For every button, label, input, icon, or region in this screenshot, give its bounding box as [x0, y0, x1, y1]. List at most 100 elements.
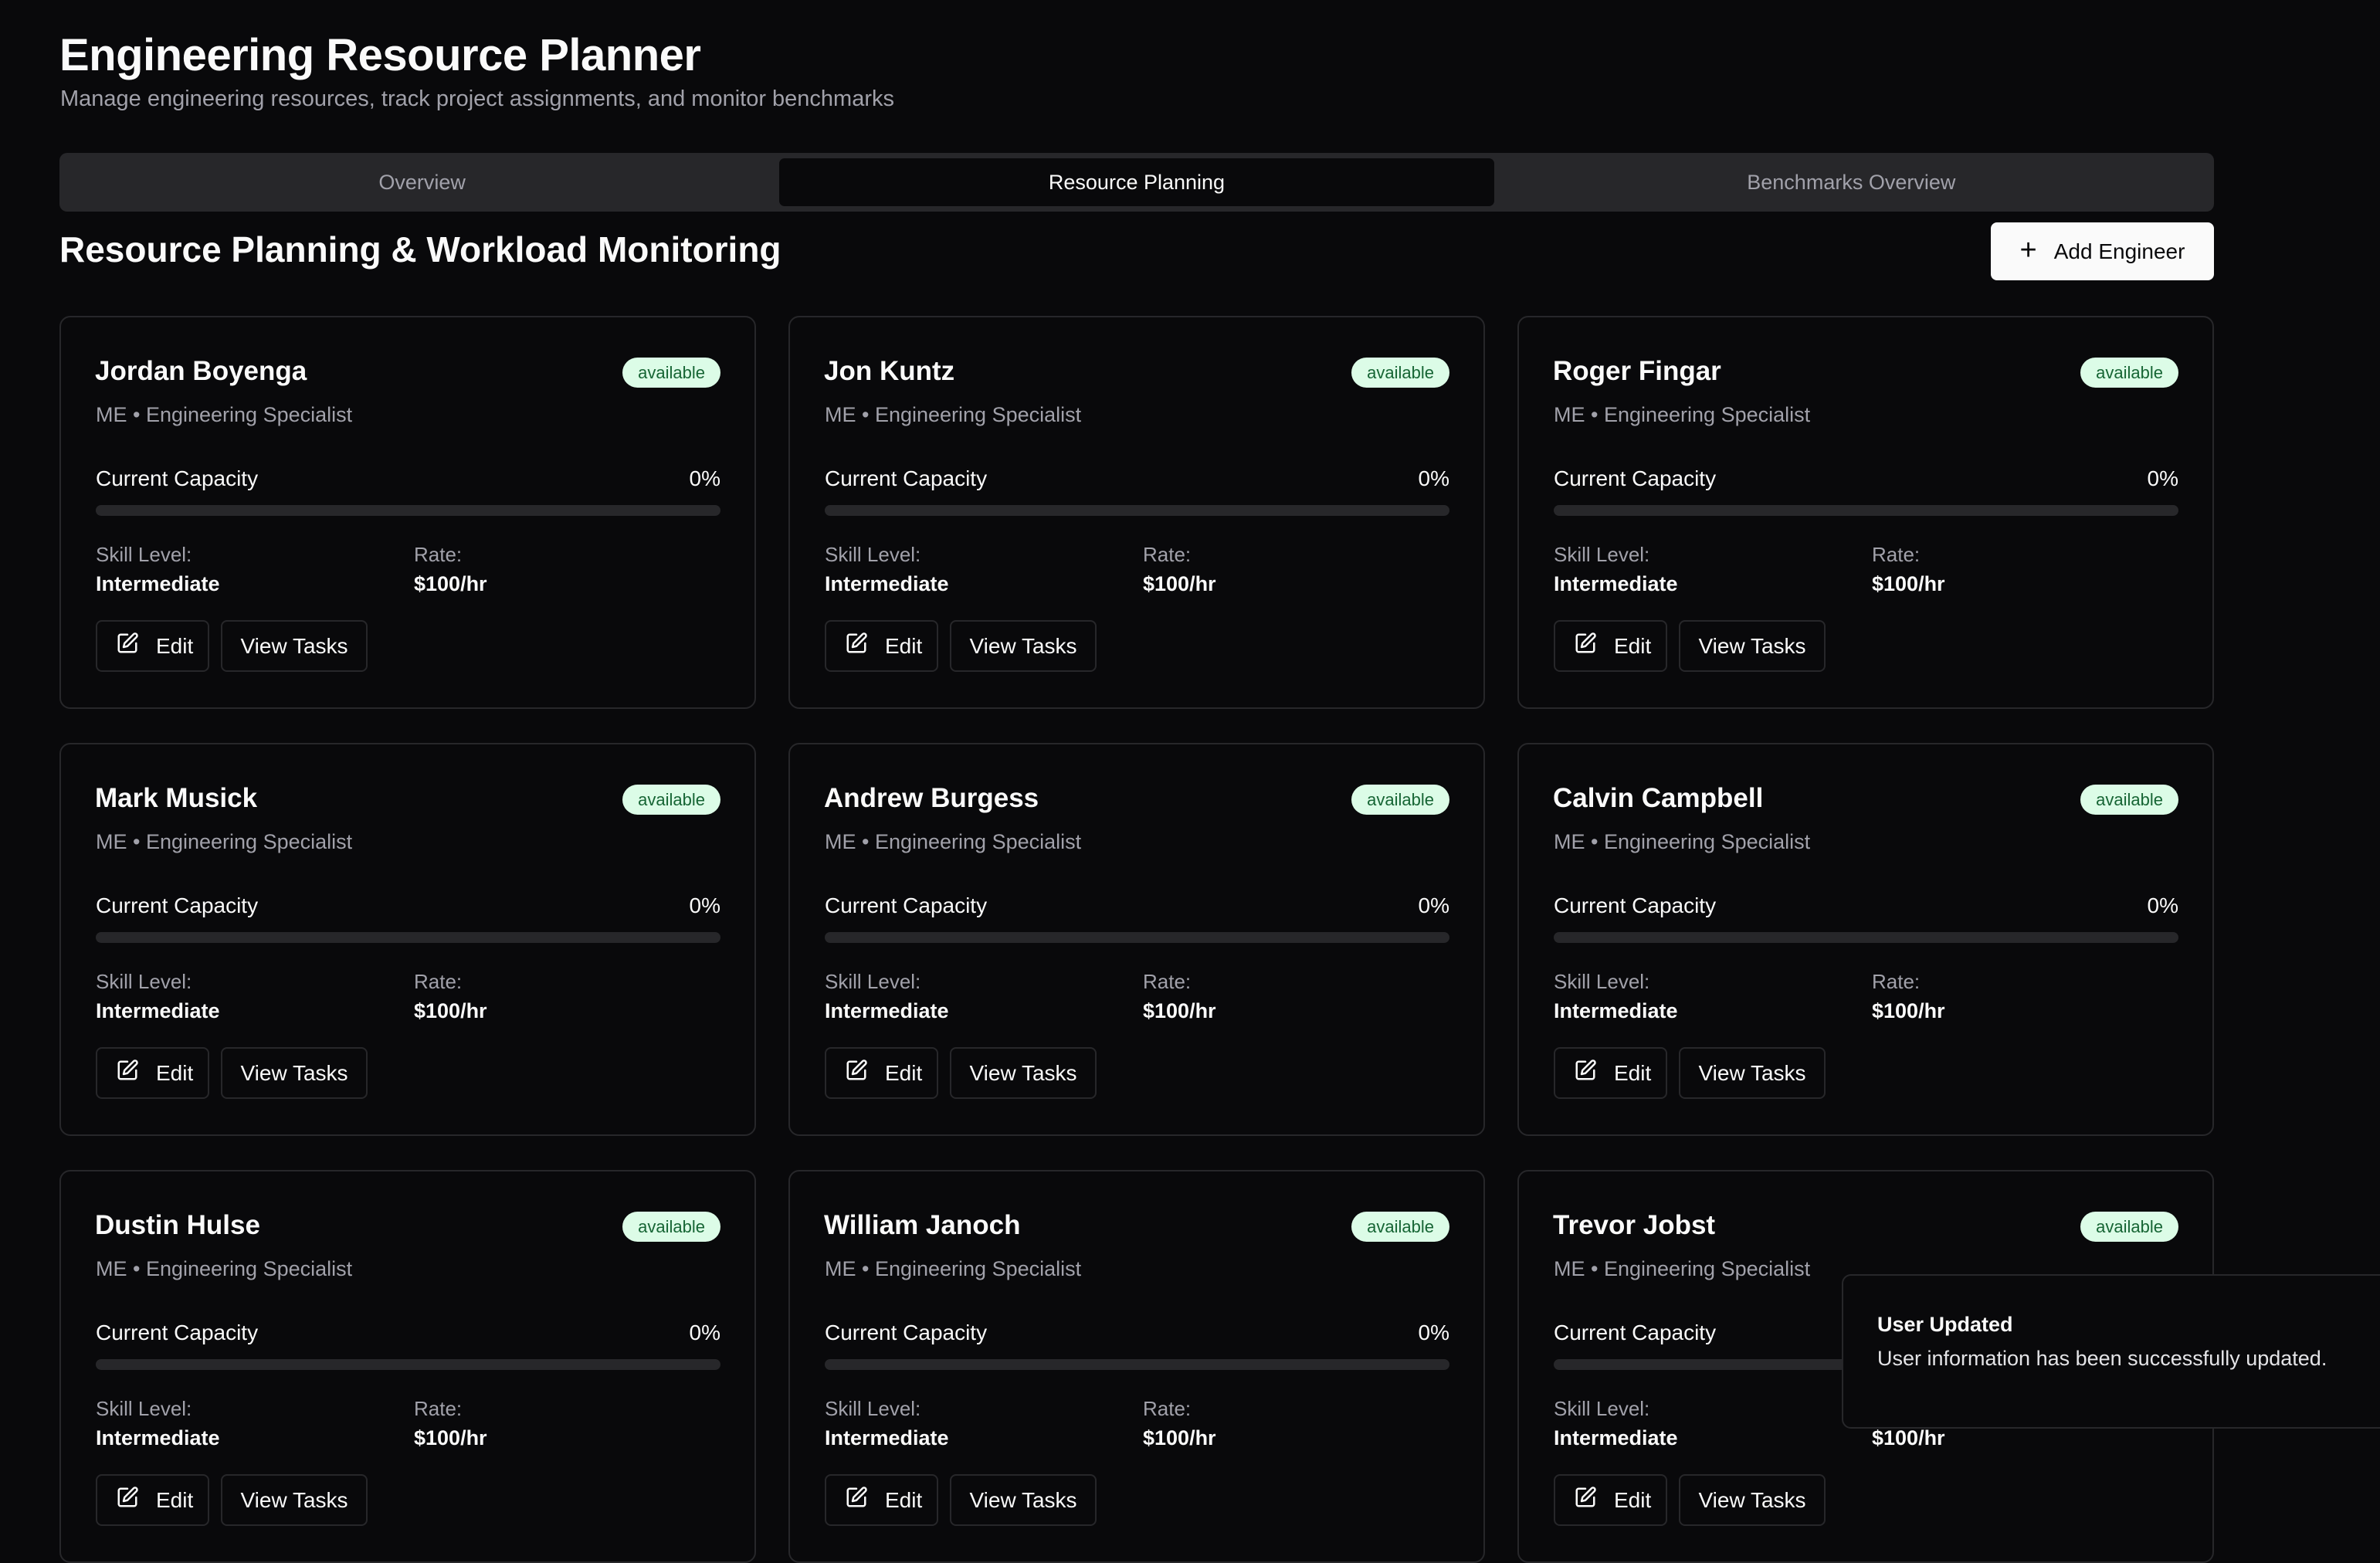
view-tasks-button[interactable]: View Tasks [1679, 1474, 1826, 1526]
capacity-bar [825, 932, 1449, 943]
rate-value: $100/hr [1143, 1426, 1216, 1449]
status-badge: available [2080, 358, 2178, 388]
skill-level-value: Intermediate [96, 999, 220, 1022]
tab-benchmarks-overview[interactable]: Benchmarks Overview [1494, 158, 2209, 206]
edit-button[interactable]: Edit [1554, 1047, 1667, 1099]
rate-value: $100/hr [1872, 999, 1945, 1022]
tab-bar: Overview Resource Planning Benchmarks Ov… [59, 153, 2214, 212]
skill-level-label: Skill Level: [825, 970, 921, 993]
capacity-bar [96, 505, 720, 516]
view-tasks-button[interactable]: View Tasks [1679, 1047, 1826, 1099]
capacity-bar [1554, 505, 2178, 516]
add-engineer-button[interactable]: + Add Engineer [1991, 222, 2214, 280]
edit-button[interactable]: Edit [96, 1047, 209, 1099]
view-tasks-button[interactable]: View Tasks [221, 1047, 368, 1099]
rate-value: $100/hr [414, 1426, 487, 1449]
capacity-bar [825, 1359, 1449, 1370]
skill-level-label: Skill Level: [1554, 970, 1650, 993]
rate-label: Rate: [1872, 543, 1921, 566]
engineer-name: Roger Fingar [1553, 356, 1721, 386]
rate-label: Rate: [1143, 970, 1192, 993]
edit-label: Edit [1614, 1060, 1652, 1085]
engineer-card: Calvin Campbell available ME • Engineeri… [1517, 743, 2214, 1136]
edit-button[interactable]: Edit [825, 620, 938, 672]
status-badge: available [1351, 1212, 1449, 1242]
edit-icon [1574, 632, 1597, 660]
tab-overview[interactable]: Overview [65, 158, 779, 206]
status-badge: available [2080, 785, 2178, 815]
edit-label: Edit [1614, 1487, 1652, 1512]
edit-button[interactable]: Edit [825, 1047, 938, 1099]
capacity-bar [96, 1359, 720, 1370]
rate-label: Rate: [1143, 543, 1192, 566]
engineer-role: ME • Engineering Specialist [96, 1257, 353, 1280]
skill-level-label: Skill Level: [1554, 543, 1650, 566]
capacity-value: 0% [1418, 893, 1449, 917]
skill-level-value: Intermediate [1554, 572, 1678, 595]
status-badge: available [1351, 358, 1449, 388]
toast-description: User information has been successfully u… [1877, 1347, 2327, 1370]
edit-button[interactable]: Edit [1554, 620, 1667, 672]
edit-button[interactable]: Edit [96, 620, 209, 672]
view-tasks-button[interactable]: View Tasks [221, 1474, 368, 1526]
skill-level-label: Skill Level: [96, 543, 192, 566]
capacity-value: 0% [689, 893, 720, 917]
view-tasks-button[interactable]: View Tasks [950, 1047, 1097, 1099]
page-title: Engineering Resource Planner [59, 30, 701, 80]
skill-level-value: Intermediate [1554, 999, 1678, 1022]
skill-level-label: Skill Level: [1554, 1397, 1650, 1420]
edit-icon [116, 1059, 139, 1087]
edit-label: Edit [156, 633, 194, 658]
engineer-name: William Janoch [824, 1210, 1021, 1240]
status-badge: available [2080, 1212, 2178, 1242]
rate-label: Rate: [1872, 970, 1921, 993]
engineer-role: ME • Engineering Specialist [825, 830, 1082, 853]
section-title: Resource Planning & Workload Monitoring [59, 229, 781, 270]
rate-label: Rate: [414, 543, 463, 566]
capacity-value: 0% [689, 466, 720, 490]
toast-notification[interactable]: User Updated User information has been s… [1842, 1274, 2380, 1429]
edit-label: Edit [885, 1060, 923, 1085]
rate-value: $100/hr [1872, 572, 1945, 595]
edit-button[interactable]: Edit [825, 1474, 938, 1526]
capacity-value: 0% [1418, 1321, 1449, 1344]
rate-label: Rate: [414, 970, 463, 993]
skill-level-value: Intermediate [96, 572, 220, 595]
engineer-name: Jon Kuntz [824, 356, 955, 386]
engineer-card: Jordan Boyenga available ME • Engineerin… [59, 316, 756, 709]
engineer-card: Jon Kuntz available ME • Engineering Spe… [788, 316, 1485, 709]
edit-icon [1574, 1486, 1597, 1514]
edit-button[interactable]: Edit [1554, 1474, 1667, 1526]
rate-value: $100/hr [1143, 572, 1216, 595]
capacity-label: Current Capacity [825, 1321, 988, 1344]
view-tasks-button[interactable]: View Tasks [221, 620, 368, 672]
engineer-card: William Janoch available ME • Engineerin… [788, 1170, 1485, 1563]
skill-level-label: Skill Level: [96, 970, 192, 993]
edit-label: Edit [156, 1487, 194, 1512]
page-subtitle: Manage engineering resources, track proj… [60, 86, 894, 111]
engineer-card: Roger Fingar available ME • Engineering … [1517, 316, 2214, 709]
tab-resource-planning[interactable]: Resource Planning [779, 158, 1494, 206]
rate-label: Rate: [414, 1397, 463, 1420]
capacity-value: 0% [2147, 893, 2178, 917]
engineer-role: ME • Engineering Specialist [825, 1257, 1082, 1280]
capacity-bar [96, 932, 720, 943]
status-badge: available [622, 358, 720, 388]
capacity-label: Current Capacity [1554, 893, 1717, 917]
edit-label: Edit [1614, 633, 1652, 658]
view-tasks-button[interactable]: View Tasks [950, 1474, 1097, 1526]
edit-icon [1574, 1059, 1597, 1087]
view-tasks-button[interactable]: View Tasks [1679, 620, 1826, 672]
capacity-label: Current Capacity [96, 466, 259, 490]
rate-value: $100/hr [414, 999, 487, 1022]
status-badge: available [622, 785, 720, 815]
edit-icon [845, 1059, 868, 1087]
engineer-name: Dustin Hulse [95, 1210, 260, 1240]
engineer-card: Mark Musick available ME • Engineering S… [59, 743, 756, 1136]
engineer-role: ME • Engineering Specialist [96, 403, 353, 426]
capacity-bar [825, 505, 1449, 516]
view-tasks-button[interactable]: View Tasks [950, 620, 1097, 672]
skill-level-label: Skill Level: [96, 1397, 192, 1420]
edit-button[interactable]: Edit [96, 1474, 209, 1526]
rate-value: $100/hr [414, 572, 487, 595]
